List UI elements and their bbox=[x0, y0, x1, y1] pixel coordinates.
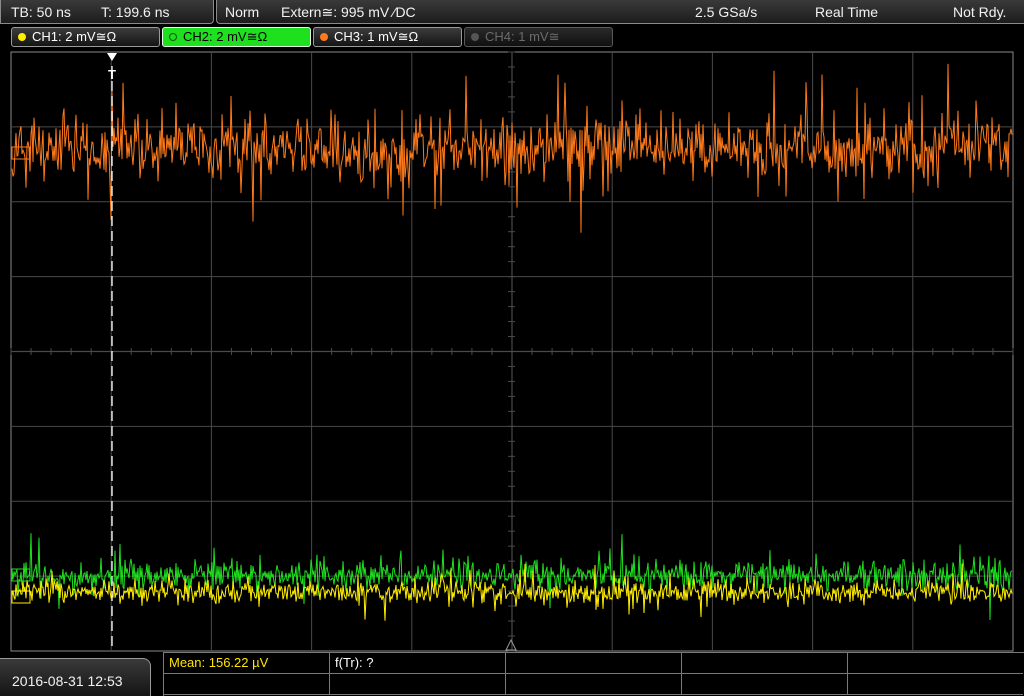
acquisition-mode: Real Time bbox=[815, 4, 879, 20]
sample-rate: 2.5 GSa/s bbox=[695, 4, 758, 20]
measurement-slot-empty[interactable] bbox=[682, 653, 848, 674]
measurement-slot-empty[interactable] bbox=[506, 653, 682, 674]
waveform-display[interactable]: T bbox=[0, 48, 1024, 655]
acquisition-panel[interactable]: Norm Extern≅: 995 mV ⁄DC 2.5 GSa/s Real … bbox=[216, 0, 1024, 24]
ch1-color-dot-icon bbox=[18, 33, 26, 41]
timebase-value: TB: 50 ns bbox=[11, 4, 71, 20]
channel-label: CH2: 2 mV≅Ω bbox=[183, 29, 268, 44]
trigger-time-value: T: 199.6 ns bbox=[101, 4, 170, 20]
measurement-rise-freq[interactable]: f(Tr): ? bbox=[330, 653, 506, 674]
channel-label: CH3: 1 mV≅Ω bbox=[334, 29, 419, 44]
channel-label: CH4: 1 mV≅ bbox=[485, 29, 560, 44]
measurement-mean[interactable]: Mean: 156.22 µV bbox=[164, 653, 330, 674]
measurement-slot-empty[interactable] bbox=[506, 674, 682, 695]
datetime-value: 2016-08-31 12:53 bbox=[12, 673, 123, 689]
channel-tab-ch4[interactable]: CH4: 1 mV≅ bbox=[464, 27, 613, 47]
trigger-source: Extern≅: 995 mV ⁄DC bbox=[281, 4, 416, 20]
measurement-slot-empty[interactable] bbox=[164, 674, 330, 695]
channel-tab-ch3[interactable]: CH3: 1 mV≅Ω bbox=[313, 27, 462, 47]
channel-tab-ch2[interactable]: CH2: 2 mV≅Ω bbox=[162, 27, 311, 47]
channel-label: CH1: 2 mV≅Ω bbox=[32, 29, 117, 44]
measurement-slot-empty[interactable] bbox=[330, 674, 506, 695]
measurement-slot-empty[interactable] bbox=[848, 674, 1023, 695]
acquisition-status: Not Rdy. bbox=[953, 4, 1007, 20]
measurement-slot-empty[interactable] bbox=[848, 653, 1023, 674]
datetime-panel: 2016-08-31 12:53 bbox=[0, 658, 151, 696]
measurement-slot-empty[interactable] bbox=[682, 674, 848, 695]
channel-tab-ch1[interactable]: CH1: 2 mV≅Ω bbox=[11, 27, 160, 47]
ch2-color-dot-icon bbox=[169, 33, 177, 41]
measurement-table[interactable]: Mean: 156.22 µV f(Tr): ? bbox=[163, 652, 1024, 696]
timebase-panel[interactable]: TB: 50 ns T: 199.6 ns bbox=[0, 0, 214, 24]
status-bar: TB: 50 ns T: 199.6 ns Norm Extern≅: 995 … bbox=[0, 0, 1024, 25]
trigger-marker-label: T bbox=[108, 67, 116, 82]
ch3-color-dot-icon bbox=[320, 33, 328, 41]
trigger-mode: Norm bbox=[225, 4, 260, 20]
ch4-color-dot-icon bbox=[471, 33, 479, 41]
bottom-bar: 2016-08-31 12:53 Mean: 156.22 µV f(Tr): … bbox=[0, 652, 1024, 696]
